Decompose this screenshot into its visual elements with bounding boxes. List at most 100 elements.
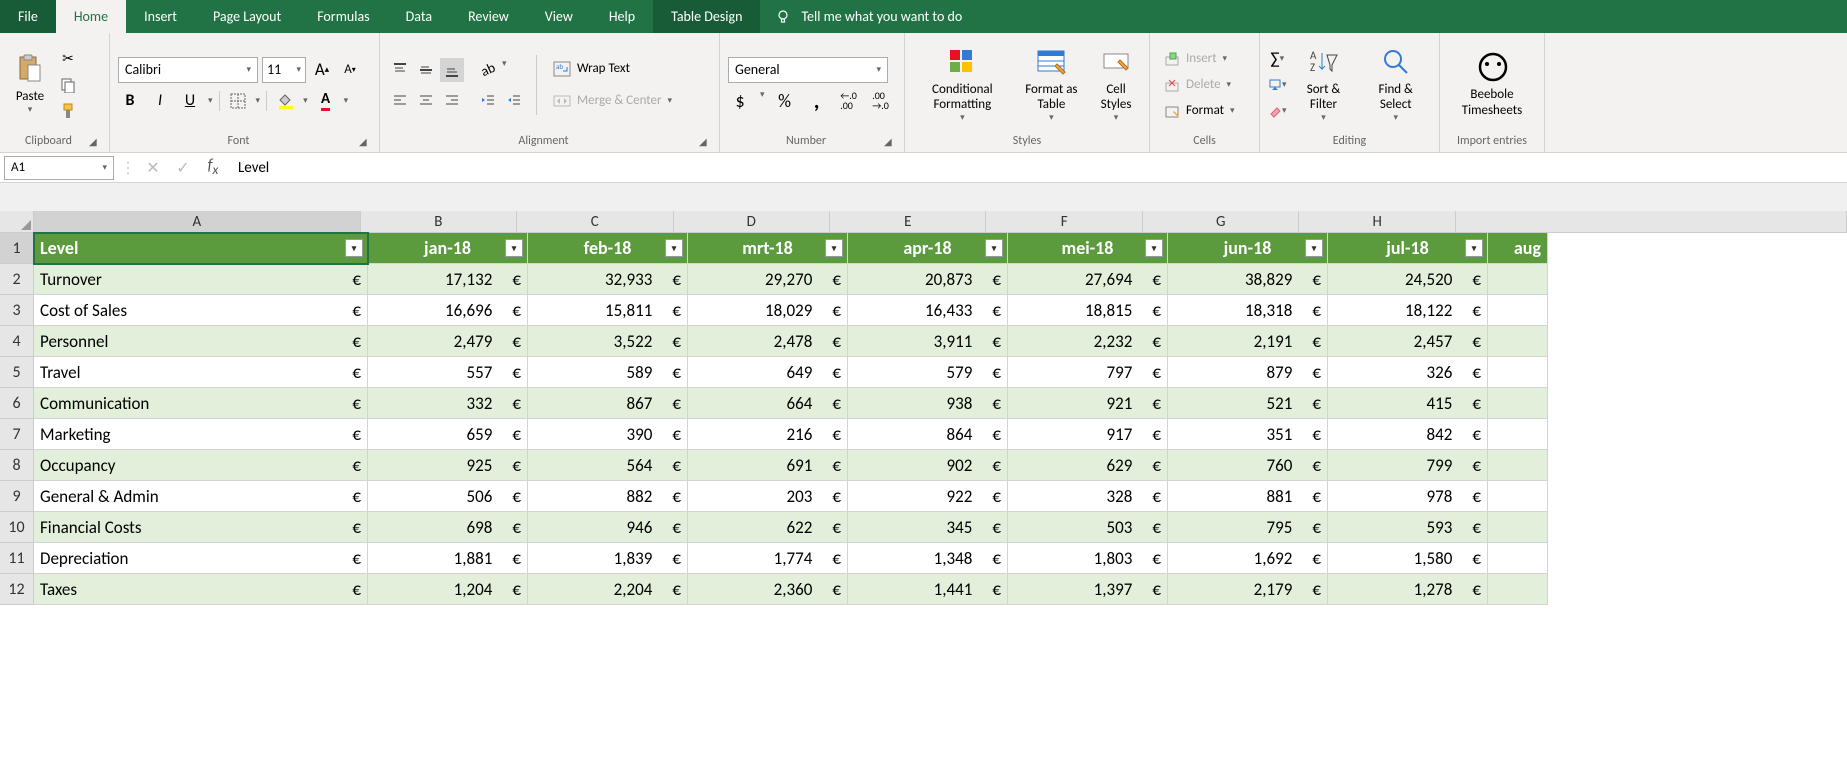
table-header-cell[interactable]: jan-18▾ bbox=[368, 233, 528, 264]
filter-dropdown-button[interactable]: ▾ bbox=[825, 239, 843, 257]
format-as-table-button[interactable]: Format as Table▾ bbox=[1016, 42, 1087, 128]
data-cell[interactable]: 351€ bbox=[1168, 419, 1328, 450]
find-select-button[interactable]: Find & Select▾ bbox=[1360, 42, 1431, 128]
filter-dropdown-button[interactable]: ▾ bbox=[1465, 239, 1483, 257]
filter-dropdown-button[interactable]: ▾ bbox=[1145, 239, 1163, 257]
data-cell[interactable]: 16,696€ bbox=[368, 295, 528, 326]
row-label-cell[interactable]: Communication€ bbox=[34, 388, 368, 419]
font-size-select[interactable]: 11▾ bbox=[262, 57, 306, 83]
comma-format-button[interactable]: , bbox=[805, 89, 829, 113]
data-cell[interactable]: 326€ bbox=[1328, 357, 1488, 388]
data-cell[interactable]: 18,122€ bbox=[1328, 295, 1488, 326]
cell-styles-button[interactable]: Cell Styles▾ bbox=[1091, 42, 1141, 128]
data-cell[interactable]: 842€ bbox=[1328, 419, 1488, 450]
column-header[interactable]: D bbox=[674, 211, 830, 233]
orientation-button[interactable]: ab bbox=[476, 58, 500, 82]
data-cell[interactable]: 564€ bbox=[528, 450, 688, 481]
data-cell[interactable]: 881€ bbox=[1168, 481, 1328, 512]
row-label-cell[interactable]: Travel€ bbox=[34, 357, 368, 388]
row-label-cell[interactable]: Marketing€ bbox=[34, 419, 368, 450]
underline-button[interactable]: U bbox=[178, 89, 202, 113]
table-header-cell[interactable]: Level▾ bbox=[34, 233, 368, 264]
align-bottom-button[interactable] bbox=[440, 58, 464, 82]
column-header[interactable]: A bbox=[34, 211, 361, 233]
row-label-cell[interactable]: Financial Costs€ bbox=[34, 512, 368, 543]
data-cell[interactable]: 32,933€ bbox=[528, 264, 688, 295]
data-cell[interactable] bbox=[1488, 481, 1548, 512]
filter-dropdown-button[interactable]: ▾ bbox=[665, 239, 683, 257]
data-cell[interactable]: 3,522€ bbox=[528, 326, 688, 357]
tab-insert[interactable]: Insert bbox=[126, 0, 195, 33]
chevron-down-icon[interactable]: ▾ bbox=[344, 95, 349, 106]
row-label-cell[interactable]: General & Admin€ bbox=[34, 481, 368, 512]
increase-indent-button[interactable] bbox=[502, 88, 526, 112]
tab-help[interactable]: Help bbox=[591, 0, 653, 33]
data-cell[interactable]: 1,803€ bbox=[1008, 543, 1168, 574]
column-header[interactable]: F bbox=[986, 211, 1142, 233]
tab-page-layout[interactable]: Page Layout bbox=[195, 0, 299, 33]
data-cell[interactable]: 16,433€ bbox=[848, 295, 1008, 326]
tab-data[interactable]: Data bbox=[388, 0, 450, 33]
accounting-format-button[interactable]: $ bbox=[728, 89, 752, 113]
data-cell[interactable]: 2,191€ bbox=[1168, 326, 1328, 357]
beebole-button[interactable]: Beebole Timesheets bbox=[1448, 47, 1536, 122]
cancel-formula-button[interactable]: ✕ bbox=[138, 158, 168, 178]
wrap-text-button[interactable]: ab Wrap Text bbox=[547, 56, 678, 82]
data-cell[interactable]: 415€ bbox=[1328, 388, 1488, 419]
chevron-down-icon[interactable]: ▾ bbox=[303, 95, 308, 106]
row-header[interactable]: 4 bbox=[0, 326, 34, 357]
data-cell[interactable]: 24,520€ bbox=[1328, 264, 1488, 295]
data-cell[interactable] bbox=[1488, 295, 1548, 326]
data-cell[interactable]: 2,457€ bbox=[1328, 326, 1488, 357]
align-middle-button[interactable] bbox=[414, 58, 438, 82]
data-cell[interactable] bbox=[1488, 574, 1548, 605]
table-header-cell[interactable]: aug bbox=[1488, 233, 1548, 264]
data-cell[interactable]: 593€ bbox=[1328, 512, 1488, 543]
data-cell[interactable]: 1,692€ bbox=[1168, 543, 1328, 574]
data-cell[interactable]: 38,829€ bbox=[1168, 264, 1328, 295]
data-cell[interactable]: 390€ bbox=[528, 419, 688, 450]
row-header[interactable]: 12 bbox=[0, 574, 34, 605]
data-cell[interactable]: 579€ bbox=[848, 357, 1008, 388]
data-cell[interactable]: 503€ bbox=[1008, 512, 1168, 543]
data-cell[interactable]: 797€ bbox=[1008, 357, 1168, 388]
data-cell[interactable]: 1,774€ bbox=[688, 543, 848, 574]
fill-button[interactable]: ▾ bbox=[1268, 73, 1287, 97]
data-cell[interactable]: 1,441€ bbox=[848, 574, 1008, 605]
fill-color-button[interactable] bbox=[273, 89, 297, 113]
data-cell[interactable]: 938€ bbox=[848, 388, 1008, 419]
data-cell[interactable]: 17,132€ bbox=[368, 264, 528, 295]
table-header-cell[interactable]: apr-18▾ bbox=[848, 233, 1008, 264]
align-right-button[interactable] bbox=[440, 88, 464, 112]
data-cell[interactable] bbox=[1488, 512, 1548, 543]
paste-button[interactable]: Paste ▾ bbox=[8, 49, 52, 119]
number-dialog-launcher[interactable]: ◢ bbox=[884, 135, 896, 147]
data-cell[interactable]: 795€ bbox=[1168, 512, 1328, 543]
decrease-decimal-button[interactable]: .00→.0 bbox=[869, 89, 893, 113]
data-cell[interactable]: 203€ bbox=[688, 481, 848, 512]
italic-button[interactable]: I bbox=[148, 89, 172, 113]
data-cell[interactable]: 691€ bbox=[688, 450, 848, 481]
row-label-cell[interactable]: Occupancy€ bbox=[34, 450, 368, 481]
data-cell[interactable]: 18,318€ bbox=[1168, 295, 1328, 326]
data-cell[interactable]: 867€ bbox=[528, 388, 688, 419]
data-cell[interactable]: 698€ bbox=[368, 512, 528, 543]
column-header[interactable]: B bbox=[361, 211, 517, 233]
data-cell[interactable]: 1,204€ bbox=[368, 574, 528, 605]
data-cell[interactable]: 328€ bbox=[1008, 481, 1168, 512]
row-label-cell[interactable]: Depreciation€ bbox=[34, 543, 368, 574]
data-cell[interactable]: 216€ bbox=[688, 419, 848, 450]
data-cell[interactable]: 1,348€ bbox=[848, 543, 1008, 574]
chevron-down-icon[interactable]: ▾ bbox=[502, 58, 507, 82]
data-cell[interactable]: 506€ bbox=[368, 481, 528, 512]
filter-dropdown-button[interactable]: ▾ bbox=[1305, 239, 1323, 257]
data-cell[interactable]: 557€ bbox=[368, 357, 528, 388]
formula-input[interactable]: Level bbox=[228, 159, 1847, 177]
data-cell[interactable]: 659€ bbox=[368, 419, 528, 450]
row-label-cell[interactable]: Turnover€ bbox=[34, 264, 368, 295]
data-cell[interactable]: 20,873€ bbox=[848, 264, 1008, 295]
data-cell[interactable]: 29,270€ bbox=[688, 264, 848, 295]
data-cell[interactable]: 521€ bbox=[1168, 388, 1328, 419]
data-cell[interactable]: 622€ bbox=[688, 512, 848, 543]
table-header-cell[interactable]: jun-18▾ bbox=[1168, 233, 1328, 264]
